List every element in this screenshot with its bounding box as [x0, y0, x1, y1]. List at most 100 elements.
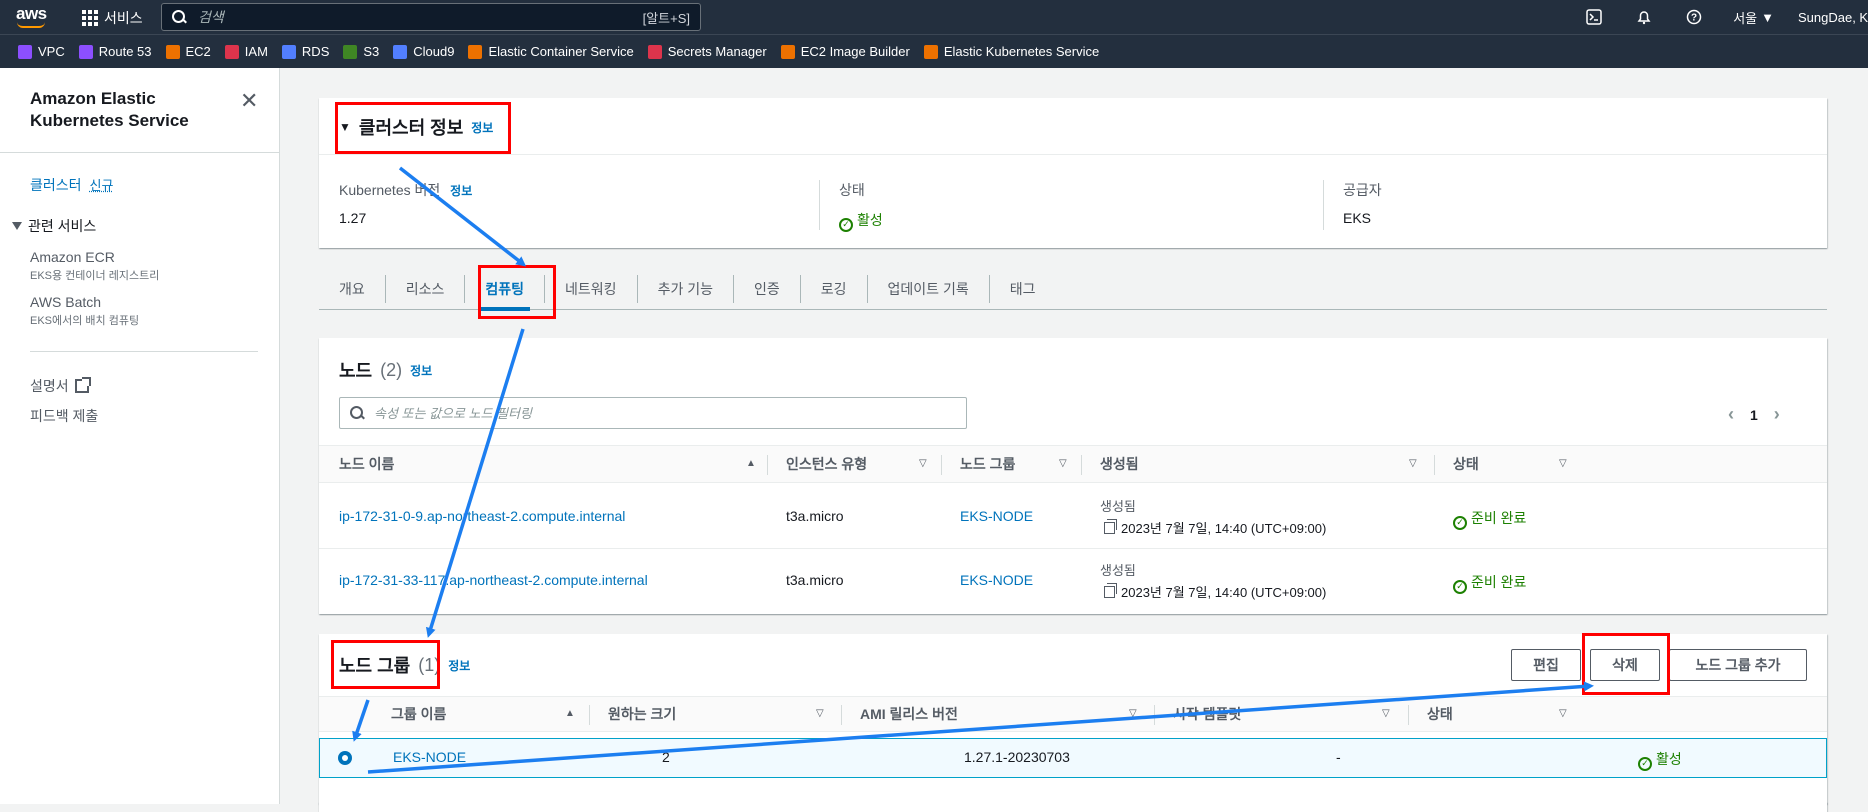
column-header-ami-version[interactable]: AMI 릴리스 버전: [860, 697, 958, 731]
region-selector[interactable]: 서울 ▼: [1719, 8, 1788, 27]
grid-icon: [82, 10, 98, 26]
info-link[interactable]: 정보: [410, 362, 432, 379]
favorite-ec2-image-builder[interactable]: EC2 Image Builder: [780, 44, 910, 59]
created-label: 생성됨: [1100, 499, 1136, 514]
node-name-link[interactable]: ip-172-31-0-9.ap-northeast-2.compute.int…: [339, 508, 625, 524]
favorite-iam[interactable]: IAM: [224, 44, 268, 59]
column-header-node-group[interactable]: 노드 그룹: [960, 446, 1015, 482]
created-timestamp: 2023년 7월 7일, 14:40 (UTC+09:00): [1121, 521, 1327, 536]
sidebar-item-ecr[interactable]: Amazon ECR EKS용 컨테이너 레지스트리: [30, 249, 159, 283]
column-header-node-name[interactable]: 노드 이름: [339, 446, 394, 482]
node-group-link[interactable]: EKS-NODE: [960, 508, 1033, 524]
check-circle-icon: ✓: [1453, 515, 1467, 530]
favorite-vpc[interactable]: VPC: [18, 44, 65, 59]
launch-template: -: [1336, 749, 1341, 765]
column-header-desired-size[interactable]: 원하는 크기: [608, 697, 676, 731]
sort-icon[interactable]: ▽: [1129, 708, 1137, 719]
check-circle-icon: ✓: [839, 217, 853, 232]
aws-logo[interactable]: aws: [16, 4, 47, 24]
sort-icon[interactable]: ▽: [1059, 458, 1067, 469]
favorite-elastic-container-service[interactable]: Elastic Container Service: [468, 44, 634, 59]
node-name-link[interactable]: ip-172-31-33-117.ap-northeast-2.compute.…: [339, 572, 648, 588]
favorite-secrets-manager[interactable]: Secrets Manager: [647, 44, 767, 59]
add-node-group-button[interactable]: 노드 그룹 추가: [1669, 649, 1807, 681]
info-link[interactable]: 정보: [448, 657, 470, 674]
favorite-s3[interactable]: S3: [343, 44, 379, 59]
sort-icon[interactable]: ▽: [816, 708, 824, 719]
column-divider: [767, 455, 768, 475]
node-status: ✓ 준비 완료: [1453, 508, 1526, 530]
bell-icon[interactable]: [1619, 0, 1669, 34]
sidebar-item-feedback[interactable]: 피드백 제출: [30, 406, 98, 426]
sort-icon[interactable]: ▽: [1559, 708, 1567, 719]
tab-4[interactable]: 추가 기능: [638, 274, 734, 303]
edit-button[interactable]: 편집: [1511, 649, 1581, 681]
sort-asc-icon[interactable]: ▲: [565, 708, 575, 719]
search-input[interactable]: [198, 9, 643, 25]
close-icon[interactable]: ✕: [240, 88, 258, 114]
copy-icon[interactable]: [1104, 583, 1117, 598]
column-divider: [1434, 455, 1435, 475]
column-divider: [1081, 455, 1082, 475]
service-icon: [281, 44, 296, 59]
favorite-cloud9[interactable]: Cloud9: [393, 44, 454, 59]
related-services-toggle[interactable]: 관련 서비스: [12, 216, 96, 236]
page-number[interactable]: 1: [1750, 407, 1758, 423]
desired-size: 2: [662, 749, 670, 765]
tab-0[interactable]: 개요: [319, 274, 386, 303]
sort-icon[interactable]: ▽: [1409, 458, 1417, 469]
column-header-created[interactable]: 생성됨: [1100, 446, 1139, 482]
chevron-left-icon[interactable]: ‹: [1728, 404, 1734, 425]
favorite-ec2[interactable]: EC2: [165, 44, 211, 59]
favorite-label: IAM: [244, 44, 268, 59]
node-status: ✓ 준비 완료: [1453, 572, 1526, 594]
account-menu[interactable]: SungDae, Kim: [1788, 10, 1868, 25]
annotation-box-delete-button: [1582, 633, 1670, 695]
node-filter-input[interactable]: [374, 405, 956, 421]
sidebar-item-clusters[interactable]: 클러스터 신규: [30, 175, 113, 195]
top-navigation-bar: aws 서비스 [알트+S] ? 서울 ▼ SungDae, Kim: [0, 0, 1868, 34]
favorite-elastic-kubernetes-service[interactable]: Elastic Kubernetes Service: [923, 44, 1099, 59]
tab-8[interactable]: 태그: [990, 275, 1056, 303]
favorite-label: Elastic Container Service: [488, 44, 634, 59]
tab-1[interactable]: 리소스: [386, 274, 466, 303]
tab-5[interactable]: 인증: [734, 274, 801, 303]
help-icon[interactable]: ?: [1669, 0, 1719, 34]
global-search[interactable]: [알트+S]: [161, 3, 701, 31]
column-header-launch-template[interactable]: 시작 템플릿: [1173, 697, 1241, 731]
copy-icon[interactable]: [1104, 519, 1117, 534]
provider-field: 공급자 EKS: [1343, 180, 1382, 226]
node-filter[interactable]: [339, 397, 967, 429]
services-menu-button[interactable]: 서비스: [82, 8, 143, 28]
tab-7[interactable]: 업데이트 기록: [868, 274, 990, 303]
tab-3[interactable]: 네트워킹: [545, 274, 638, 303]
service-icon: [224, 44, 239, 59]
column-header-instance-type[interactable]: 인스턴스 유형: [786, 446, 867, 482]
tab-6[interactable]: 로깅: [801, 274, 868, 303]
node-group-name-link[interactable]: EKS-NODE: [393, 749, 466, 765]
node-group-link[interactable]: EKS-NODE: [960, 572, 1033, 588]
sidebar-item-batch[interactable]: AWS Batch EKS에서의 배치 컴퓨팅: [30, 294, 139, 328]
services-label: 서비스: [104, 10, 143, 26]
column-divider: [1323, 180, 1324, 230]
info-link[interactable]: 정보: [450, 184, 472, 198]
k8s-version-field: Kubernetes 버전 정보 1.27: [339, 180, 472, 226]
sort-asc-icon[interactable]: ▲: [746, 458, 756, 469]
column-header-status[interactable]: 상태: [1427, 697, 1453, 731]
radio-button-selected[interactable]: [338, 751, 352, 765]
column-header-group-name[interactable]: 그룹 이름: [391, 697, 446, 731]
sort-icon[interactable]: ▽: [919, 458, 927, 469]
node-status-value: 준비 완료: [1471, 574, 1527, 590]
clusters-link[interactable]: 클러스터: [30, 177, 82, 193]
favorite-rds[interactable]: RDS: [281, 44, 329, 59]
favorite-route-53[interactable]: Route 53: [78, 44, 152, 59]
sort-icon[interactable]: ▽: [1559, 458, 1567, 469]
sort-icon[interactable]: ▽: [1382, 708, 1390, 719]
table-row-selected[interactable]: [319, 738, 1827, 778]
favorite-label: Secrets Manager: [667, 44, 767, 59]
column-header-status[interactable]: 상태: [1453, 446, 1479, 482]
cloudshell-icon[interactable]: [1569, 0, 1619, 34]
sidebar-item-docs[interactable]: 설명서: [30, 376, 91, 396]
sidebar-title: Amazon Elastic Kubernetes Service: [30, 89, 189, 130]
chevron-right-icon[interactable]: ›: [1774, 404, 1780, 425]
